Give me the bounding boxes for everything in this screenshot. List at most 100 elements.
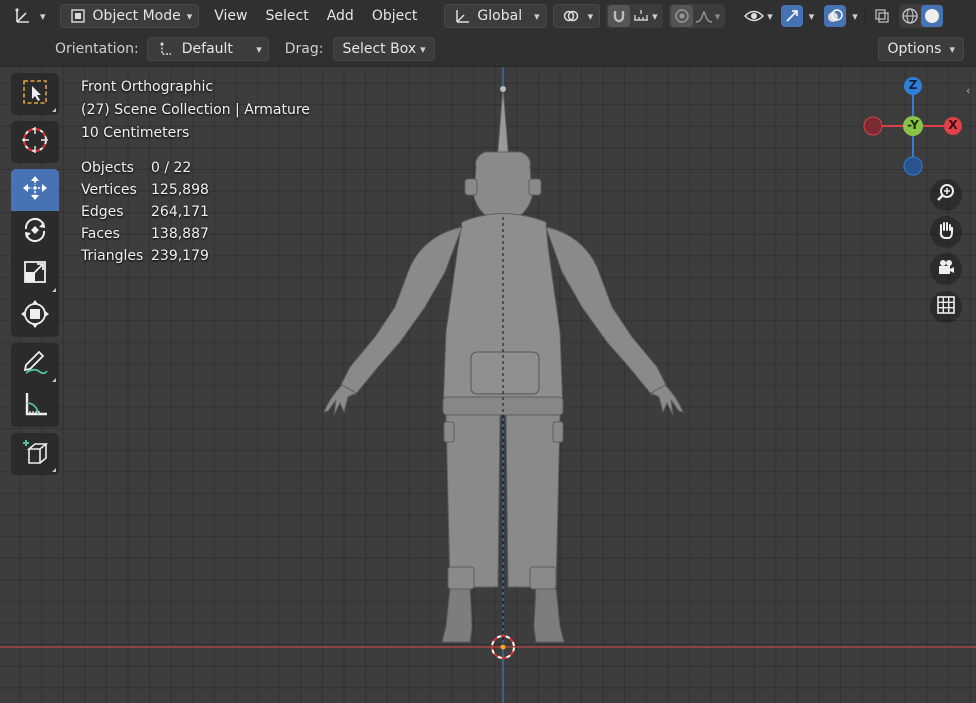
add-cube-icon [20,437,50,471]
stat-label: Edges [81,204,124,220]
gizmo-dropdown[interactable]: ▾ [779,4,817,28]
sidebar-toggle-chevron-icon[interactable]: ‹ [966,84,970,97]
stat-row: Objects 0 / 22 [81,157,209,179]
rotate-icon [20,215,50,249]
solid-shading-icon[interactable] [920,5,943,27]
measure-ruler-icon [20,389,50,423]
drag-dropdown[interactable]: Select Box ▾ [333,37,435,61]
toolbar-group-add [11,433,59,475]
mode-label: Object Mode [92,8,181,24]
chevron-down-icon[interactable]: ▾ [652,10,658,23]
stat-row: Faces 138,887 [81,223,209,245]
menu-object[interactable]: Object [363,4,427,28]
drag-label: Drag: [284,41,324,57]
annotate-tool[interactable] [11,343,59,385]
tool-corner-marker [52,378,56,382]
overlays-toggle-icon[interactable] [824,5,847,27]
proportional-edit-icon[interactable] [670,5,693,27]
toolbar-group-annotate [11,343,59,427]
grid-scale: 10 Centimeters [81,125,190,141]
menu-view[interactable]: View [205,4,256,28]
stat-row: Vertices 125,898 [81,179,209,201]
zoom-button[interactable] [930,179,962,211]
toolbar [11,73,59,481]
stat-value: 125,898 [151,182,209,198]
orientation-default-icon [154,38,176,60]
view-name: Front Orthographic [81,79,214,95]
tool-corner-marker [52,468,56,472]
gizmo-neg-y-label[interactable]: -Y [901,118,925,132]
options-label: Options [887,41,942,57]
viewport-header: ▾ Object Mode ▾ View Select Add Object G… [0,0,976,32]
chevron-down-icon: ▾ [808,9,815,23]
orientation-value: Default [181,41,233,57]
transform-icon [20,299,50,333]
drag-value: Select Box [342,41,417,57]
toolbar-group-transform [11,169,59,337]
menu-select[interactable]: Select [257,4,318,28]
snapping-group: ▾ [606,4,663,28]
menu-add[interactable]: Add [318,4,363,28]
eye-icon [743,5,765,27]
hand-icon [936,220,956,244]
snap-magnet-icon[interactable] [608,5,631,27]
snap-increment-icon[interactable] [630,5,652,27]
gizmo-z-label[interactable]: Z [907,78,919,92]
rotate-tool[interactable] [11,211,59,253]
select-box-icon [21,78,49,110]
viewport-info-overlay: Front Orthographic (27) Scene Collection… [81,76,310,145]
mode-dropdown[interactable]: Object Mode ▾ [59,4,200,28]
tool-corner-marker [52,288,56,292]
perspective-toggle-button[interactable] [930,291,962,323]
orientation-global-icon [451,5,473,27]
stat-label: Vertices [81,182,137,198]
options-dropdown[interactable]: Options ▾ [878,37,964,61]
select-box-tool[interactable] [11,73,59,115]
camera-view-button[interactable] [930,253,962,285]
measure-tool[interactable] [11,385,59,427]
add-cube-tool[interactable] [11,433,59,475]
transform-tool[interactable] [11,295,59,337]
editor-type-button[interactable]: ▾ [6,4,52,28]
chevron-down-icon: ▾ [420,42,426,56]
scale-tool[interactable] [11,253,59,295]
chevron-down-icon: ▾ [40,9,46,23]
proportional-edit-group: ▾ [668,4,726,28]
cursor-tool[interactable] [11,121,59,163]
navigation-gizmo[interactable]: Z X -Y [860,76,970,176]
chevron-down-icon: ▾ [534,9,540,23]
orientation-label: Orientation: [55,41,139,57]
gizmo-x-label[interactable]: X [947,118,959,132]
wireframe-shading-icon[interactable] [899,5,921,27]
overlays-dropdown[interactable]: ▾ [822,4,860,28]
stat-value: 239,179 [151,248,209,264]
stat-value: 0 / 22 [151,160,192,176]
xray-toggle-icon[interactable] [871,5,893,27]
header-separator [864,6,866,26]
scale-icon [20,257,50,291]
pivot-link-icon [560,5,582,27]
zoom-magnifier-icon [936,183,956,207]
stat-label: Triangles [81,248,144,264]
transform-orientation-dropdown[interactable]: Global ▾ [444,4,547,28]
transform-orientation-label: Global [477,8,523,24]
axes-icon [12,5,34,27]
toolbar-group-select [11,73,59,115]
grid-icon [936,295,956,319]
chevron-down-icon[interactable]: ▾ [715,10,721,23]
visibility-dropdown[interactable]: ▾ [741,4,775,28]
object-mode-icon [67,5,89,27]
falloff-curve-icon[interactable] [693,5,715,27]
shading-group [898,4,943,28]
stat-value: 138,887 [151,226,209,242]
stat-row: Triangles 239,179 [81,245,209,267]
orientation-dropdown[interactable]: Default ▾ [146,37,269,61]
pan-button[interactable] [930,216,962,248]
tool-settings-bar: Orientation: Default ▾ Drag: Select Box … [0,32,976,67]
chevron-down-icon: ▾ [852,9,858,23]
pivot-point-dropdown[interactable]: ▾ [552,4,601,28]
gizmo-toggle-icon[interactable] [780,5,803,27]
move-tool[interactable] [11,169,59,211]
cursor-icon [20,125,50,159]
stat-value: 264,171 [151,204,209,220]
